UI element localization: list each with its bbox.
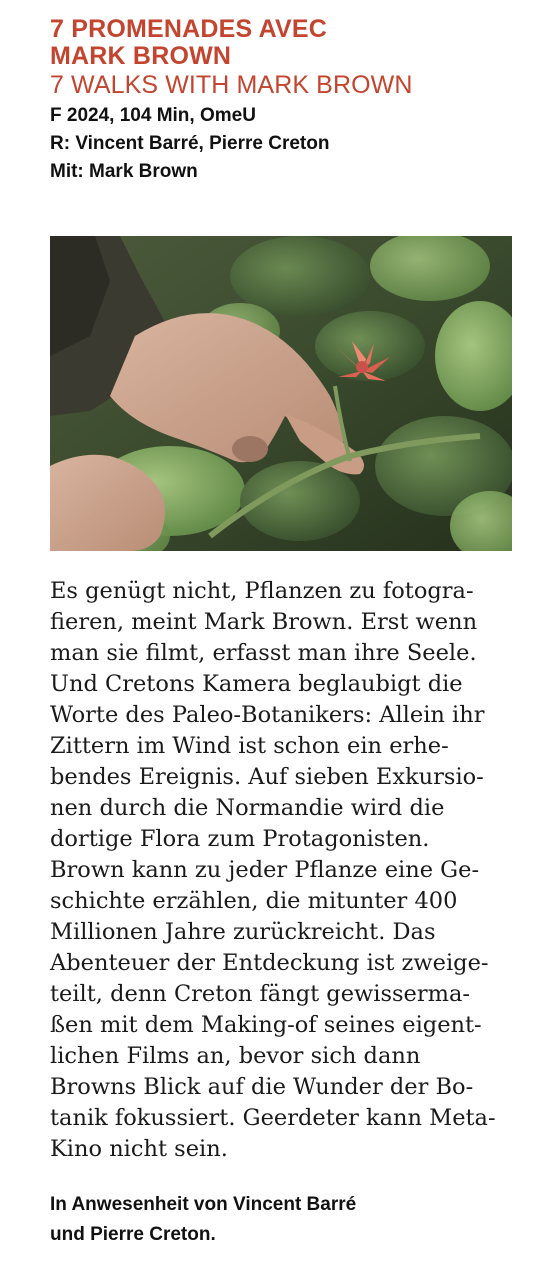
synopsis-line: teilt, denn Creton fängt gewisserma- bbox=[50, 981, 470, 1007]
screening-note-line: In Anwesenheit von Vincent Barré bbox=[50, 1194, 357, 1215]
film-still-image bbox=[50, 236, 512, 551]
synopsis-line: Abenteuer der Entdeckung ist zweige- bbox=[50, 950, 489, 976]
synopsis-line: fieren, meint Mark Brown. Erst wenn bbox=[50, 609, 478, 635]
synopsis-line: Und Cretons Kamera beglaubigt die bbox=[50, 671, 463, 697]
synopsis-line: Zittern im Wind ist schon ein erhe- bbox=[50, 733, 449, 759]
film-title-original-line: 7 PROMENADES AVEC bbox=[50, 15, 328, 43]
screening-note-line: und Pierre Creton. bbox=[50, 1224, 216, 1245]
credit-country-year-runtime: F 2024, 104 Min, OmeU bbox=[50, 105, 256, 126]
film-entry-header: 7 PROMENADES AVEC MARK BROWN 7 WALKS WIT… bbox=[50, 16, 520, 186]
synopsis-line: dortige Flora zum Protagonisten. bbox=[50, 826, 430, 852]
synopsis-line: Millionen Jahre zurückreicht. Das bbox=[50, 919, 436, 945]
synopsis-line: schichte erzählen, die mitunter 400 bbox=[50, 888, 458, 914]
synopsis-line: Es genügt nicht, Pflanzen zu fotogra- bbox=[50, 578, 474, 604]
film-title-english: 7 WALKS WITH MARK BROWN bbox=[50, 71, 413, 99]
synopsis-line: tanik fokussiert. Geerdeter kann Meta- bbox=[50, 1105, 496, 1131]
screening-note: In Anwesenheit von Vincent Barré und Pie… bbox=[50, 1190, 520, 1250]
synopsis-line: ßen mit dem Making-of seines eigent- bbox=[50, 1012, 482, 1038]
synopsis-line: Worte des Paleo-Botanikers: Allein ihr bbox=[50, 702, 485, 728]
synopsis-line: Brown kann zu jeder Pflanze eine Ge- bbox=[50, 857, 480, 883]
synopsis-line: bendes Ereignis. Auf sieben Exkursio- bbox=[50, 764, 484, 790]
credit-cast: Mit: Mark Brown bbox=[50, 161, 198, 182]
synopsis-line: man sie filmt, erfasst man ihre Seele. bbox=[50, 640, 477, 666]
film-credits: F 2024, 104 Min, OmeU R: Vincent Barré, … bbox=[50, 102, 520, 186]
synopsis-line: lichen Films an, bevor sich dann bbox=[50, 1043, 421, 1069]
film-title-original-line: MARK BROWN bbox=[50, 42, 232, 70]
film-title-original: 7 PROMENADES AVEC MARK BROWN bbox=[50, 16, 380, 70]
synopsis-line: nen durch die Normandie wird die bbox=[50, 795, 445, 821]
synopsis-line: Browns Blick auf die Wunder der Bo- bbox=[50, 1074, 474, 1100]
synopsis-line: Kino nicht sein. bbox=[50, 1136, 228, 1162]
credit-directors: R: Vincent Barré, Pierre Creton bbox=[50, 133, 330, 154]
film-synopsis: Es genügt nicht, Pflanzen zu fotogra- fi… bbox=[50, 576, 520, 1165]
